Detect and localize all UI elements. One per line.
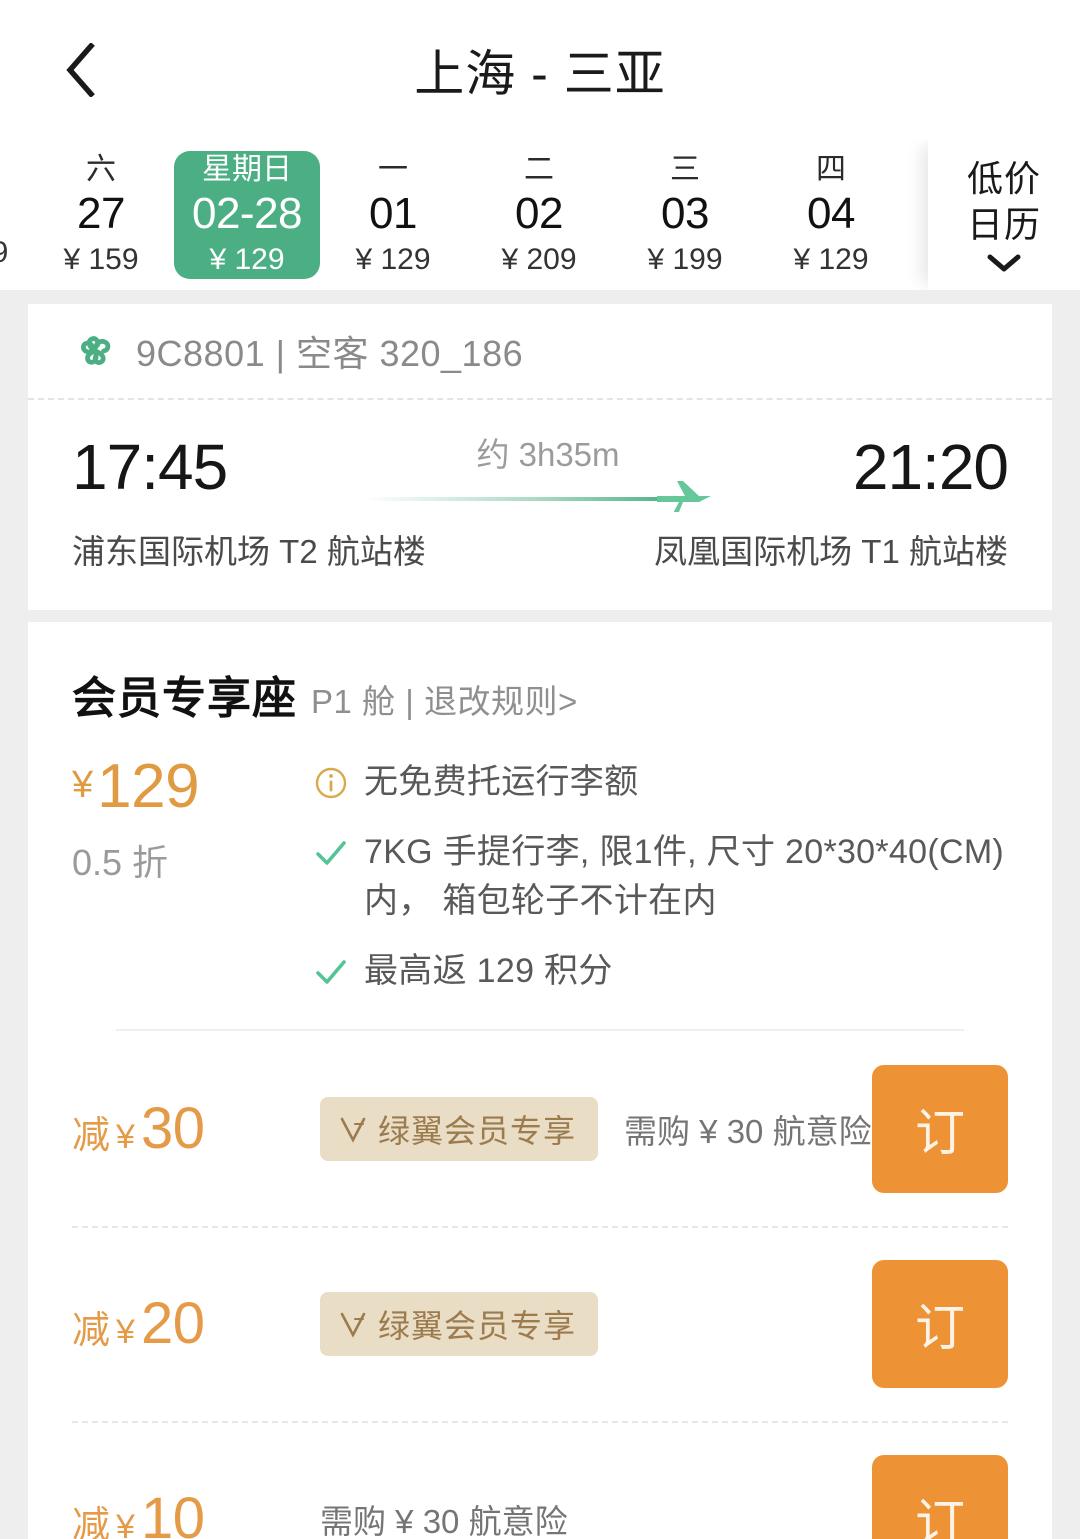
date-weekday: 四 bbox=[816, 152, 846, 186]
fare-cabin-and-rules[interactable]: P1 舱 | 退改规则> bbox=[311, 675, 578, 723]
date-day: 04 bbox=[807, 189, 855, 239]
offer-discount-amount: 减 ¥30 bbox=[72, 1099, 320, 1158]
discount-value: 10 bbox=[140, 1485, 205, 1539]
fare-title-row[interactable]: 会员专享座 P1 舱 | 退改规则> bbox=[72, 662, 1008, 726]
date-cell-04[interactable]: 四 04 ¥ 129 bbox=[758, 140, 904, 290]
book-button[interactable]: 订 bbox=[872, 1259, 1008, 1388]
date-price: ¥ 129 bbox=[355, 243, 431, 277]
fare-price-block: ¥129 0.5 折 bbox=[72, 752, 314, 995]
offer-note: 需购 ¥ 30 航意险 bbox=[624, 1112, 872, 1150]
date-strip-scroller[interactable]: 9六27¥ 159星期日02-28¥ 129一01¥ 129二02¥ 209三0… bbox=[0, 140, 904, 290]
fare-body: ¥129 0.5 折 无免费托运行李额 7KG 手提行李, 限1件, 尺寸 20*… bbox=[72, 752, 1008, 995]
date-price: ¥ 129 bbox=[793, 243, 869, 277]
date-weekday: 星期日 bbox=[202, 152, 292, 186]
airplane-icon bbox=[657, 481, 711, 512]
arrival-airport: 凤凰国际机场 T1 航站楼 bbox=[654, 533, 1008, 571]
spring-airlines-logo-icon bbox=[81, 336, 111, 365]
duration-block: 约 3h35m bbox=[365, 428, 715, 512]
book-button[interactable]: 订 bbox=[872, 1064, 1008, 1193]
benefit-item: 7KG 手提行李, 限1件, 尺寸 20*30*40(CM) 内， 箱包轮子不计… bbox=[314, 828, 1008, 925]
spacer bbox=[0, 290, 1080, 304]
date-price: 9 bbox=[0, 233, 8, 272]
book-button[interactable]: 订 bbox=[872, 1454, 1008, 1539]
page-title: 上海 - 三亚 bbox=[414, 46, 666, 102]
discount-value: 20 bbox=[140, 1290, 205, 1356]
date-cell-02[interactable]: 二 02 ¥ 209 bbox=[466, 140, 612, 290]
date-price: ¥ 159 bbox=[63, 243, 139, 277]
date-cell-02-28[interactable]: 星期日 02-28 ¥ 129 bbox=[174, 151, 320, 279]
date-weekday: 六 bbox=[86, 152, 116, 186]
chevron-left-icon bbox=[66, 43, 95, 97]
offer-details: 绿翼会员专享 需购 ¥ 30 航意险 bbox=[320, 1096, 872, 1161]
offers-list: 减 ¥30 绿翼会员专享 需购 ¥ 30 航意险订减 ¥20 绿翼会员专享订减 ¥10 需购 … bbox=[28, 1031, 1052, 1539]
currency-symbol: ¥ bbox=[72, 764, 94, 806]
fare-discount: 0.5 折 bbox=[72, 842, 169, 883]
v-member-icon bbox=[340, 1117, 366, 1143]
flight-path-arrow bbox=[365, 481, 711, 512]
date-strip[interactable]: 9六27¥ 159星期日02-28¥ 129一01¥ 129二02¥ 209三0… bbox=[0, 140, 1080, 290]
discount-prefix: 减 bbox=[72, 1504, 111, 1539]
check-icon bbox=[316, 841, 346, 866]
member-badge-label: 绿翼会员专享 bbox=[378, 1112, 577, 1149]
benefit-item: 最高返 129 积分 bbox=[314, 947, 1008, 995]
benefit-text: 最高返 129 积分 bbox=[364, 951, 613, 990]
offer-discount-amount: 减 ¥20 bbox=[72, 1294, 320, 1353]
fare-name: 会员专享座 bbox=[72, 674, 297, 723]
offer-note: 需购 ¥ 30 航意险 bbox=[320, 1502, 568, 1539]
discount-currency: ¥ bbox=[116, 1117, 135, 1156]
date-day: 03 bbox=[661, 189, 709, 239]
date-weekday: 三 bbox=[670, 152, 700, 186]
date-cell-partial[interactable]: 9 bbox=[0, 140, 28, 290]
flight-times-row: 17:45 浦东国际机场 T2 航站楼 约 3h35m 21:20 凤凰国际机场… bbox=[28, 400, 1052, 610]
flight-duration: 约 3h35m bbox=[476, 436, 620, 473]
offer-row: 减 ¥30 绿翼会员专享 需购 ¥ 30 航意险订 bbox=[28, 1031, 1052, 1226]
low-price-calendar-button[interactable]: 低价 日历 bbox=[928, 140, 1080, 290]
flight-card: 9C8801 | 空客 320_186 17:45 浦东国际机场 T2 航站楼 … bbox=[28, 304, 1052, 610]
date-price: ¥ 129 bbox=[209, 243, 285, 277]
flight-number-row[interactable]: 9C8801 | 空客 320_186 bbox=[28, 304, 1052, 400]
calendar-label-line2: 日历 bbox=[966, 204, 1041, 245]
calendar-label-line1: 低价 bbox=[966, 157, 1041, 199]
date-cell-03[interactable]: 三 03 ¥ 199 bbox=[612, 140, 758, 290]
date-day: 01 bbox=[369, 189, 417, 239]
spacer bbox=[0, 610, 1080, 622]
date-cell-27[interactable]: 六 27 ¥ 159 bbox=[28, 140, 174, 290]
discount-currency: ¥ bbox=[116, 1507, 135, 1539]
date-weekday: 二 bbox=[524, 152, 554, 186]
discount-prefix: 减 bbox=[72, 1114, 111, 1157]
check-icon bbox=[316, 959, 346, 984]
date-cell-01[interactable]: 一 01 ¥ 129 bbox=[320, 140, 466, 290]
price-value: 129 bbox=[97, 752, 200, 821]
fare-price: ¥129 bbox=[72, 756, 314, 818]
date-day: 02 bbox=[515, 189, 563, 239]
member-exclusive-badge: 绿翼会员专享 bbox=[320, 1096, 599, 1161]
discount-prefix: 减 bbox=[72, 1309, 111, 1352]
info-circle-icon[interactable] bbox=[314, 766, 348, 800]
discount-currency: ¥ bbox=[116, 1312, 135, 1351]
date-price: ¥ 199 bbox=[647, 243, 723, 277]
benefit-text: 无免费托运行李额 bbox=[364, 763, 639, 801]
app-header: 上海 - 三亚 bbox=[0, 0, 1080, 140]
offer-row: 减 ¥10 需购 ¥ 30 航意险订 bbox=[28, 1421, 1052, 1539]
offer-details: 需购 ¥ 30 航意险 bbox=[320, 1495, 872, 1539]
offer-row: 减 ¥20 绿翼会员专享 订 bbox=[28, 1226, 1052, 1421]
member-badge-label: 绿翼会员专享 bbox=[378, 1307, 577, 1344]
benefit-item: 无免费托运行李额 bbox=[314, 758, 1008, 806]
fare-card: 会员专享座 P1 舱 | 退改规则> ¥129 0.5 折 无免费托运行李额 7K… bbox=[28, 622, 1052, 1539]
fare-benefits-list: 无免费托运行李额 7KG 手提行李, 限1件, 尺寸 20*30*40(CM) 内… bbox=[314, 752, 1008, 995]
benefit-text: 7KG 手提行李, 限1件, 尺寸 20*30*40(CM) 内， 箱包轮子不计… bbox=[364, 833, 1005, 920]
chevron-down-icon bbox=[987, 254, 1021, 272]
offer-discount-amount: 减 ¥10 bbox=[72, 1489, 320, 1539]
back-button[interactable] bbox=[44, 34, 116, 106]
offer-details: 绿翼会员专享 bbox=[320, 1291, 872, 1356]
date-weekday: 一 bbox=[378, 152, 408, 186]
v-member-icon bbox=[340, 1312, 366, 1338]
date-day: 27 bbox=[77, 189, 125, 239]
discount-value: 30 bbox=[140, 1095, 205, 1161]
departure-airport: 浦东国际机场 T2 航站楼 bbox=[72, 533, 426, 571]
member-exclusive-badge: 绿翼会员专享 bbox=[320, 1291, 599, 1356]
flight-number-text: 9C8801 | 空客 320_186 bbox=[136, 333, 524, 374]
date-price: ¥ 209 bbox=[501, 243, 577, 277]
date-day: 02-28 bbox=[191, 189, 303, 239]
